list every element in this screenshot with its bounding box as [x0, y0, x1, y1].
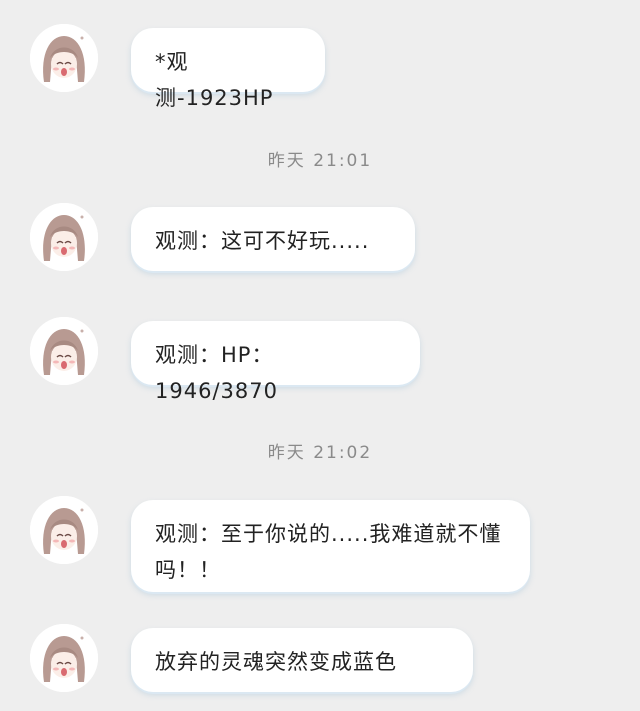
avatar[interactable] — [30, 24, 98, 92]
avatar[interactable] — [30, 317, 98, 385]
timestamp-text: 昨天 21:02 — [267, 443, 373, 463]
avatar[interactable] — [30, 624, 98, 692]
message-text: 放弃的灵魂突然变成蓝色 — [155, 650, 397, 674]
anime-girl-avatar-icon — [30, 317, 98, 385]
anime-girl-avatar-icon — [30, 624, 98, 692]
message-bubble[interactable]: 观测：这可不好玩..... — [131, 207, 415, 271]
message-text: *观测-1923HP — [155, 50, 274, 110]
message-bubble[interactable]: 观测：至于你说的.....我难道就不懂吗！！ — [131, 500, 530, 592]
message-bubble[interactable]: 观测：HP：1946/3870 — [131, 321, 420, 403]
anime-girl-avatar-icon — [30, 24, 98, 92]
timestamp-text: 昨天 21:01 — [267, 151, 373, 171]
timestamp: 昨天 21:01 — [0, 146, 640, 171]
message-text: 观测：至于你说的.....我难道就不懂吗！！ — [155, 522, 502, 582]
message-bubble[interactable]: 放弃的灵魂突然变成蓝色 — [131, 628, 473, 692]
avatar[interactable] — [30, 203, 98, 271]
message-text: 观测：HP：1946/3870 — [155, 343, 278, 403]
anime-girl-avatar-icon — [30, 496, 98, 564]
message-text: 观测：这可不好玩..... — [155, 229, 370, 253]
message-bubble[interactable]: *观测-1923HP — [131, 28, 325, 110]
timestamp: 昨天 21:02 — [0, 438, 640, 463]
anime-girl-avatar-icon — [30, 203, 98, 271]
avatar[interactable] — [30, 496, 98, 564]
